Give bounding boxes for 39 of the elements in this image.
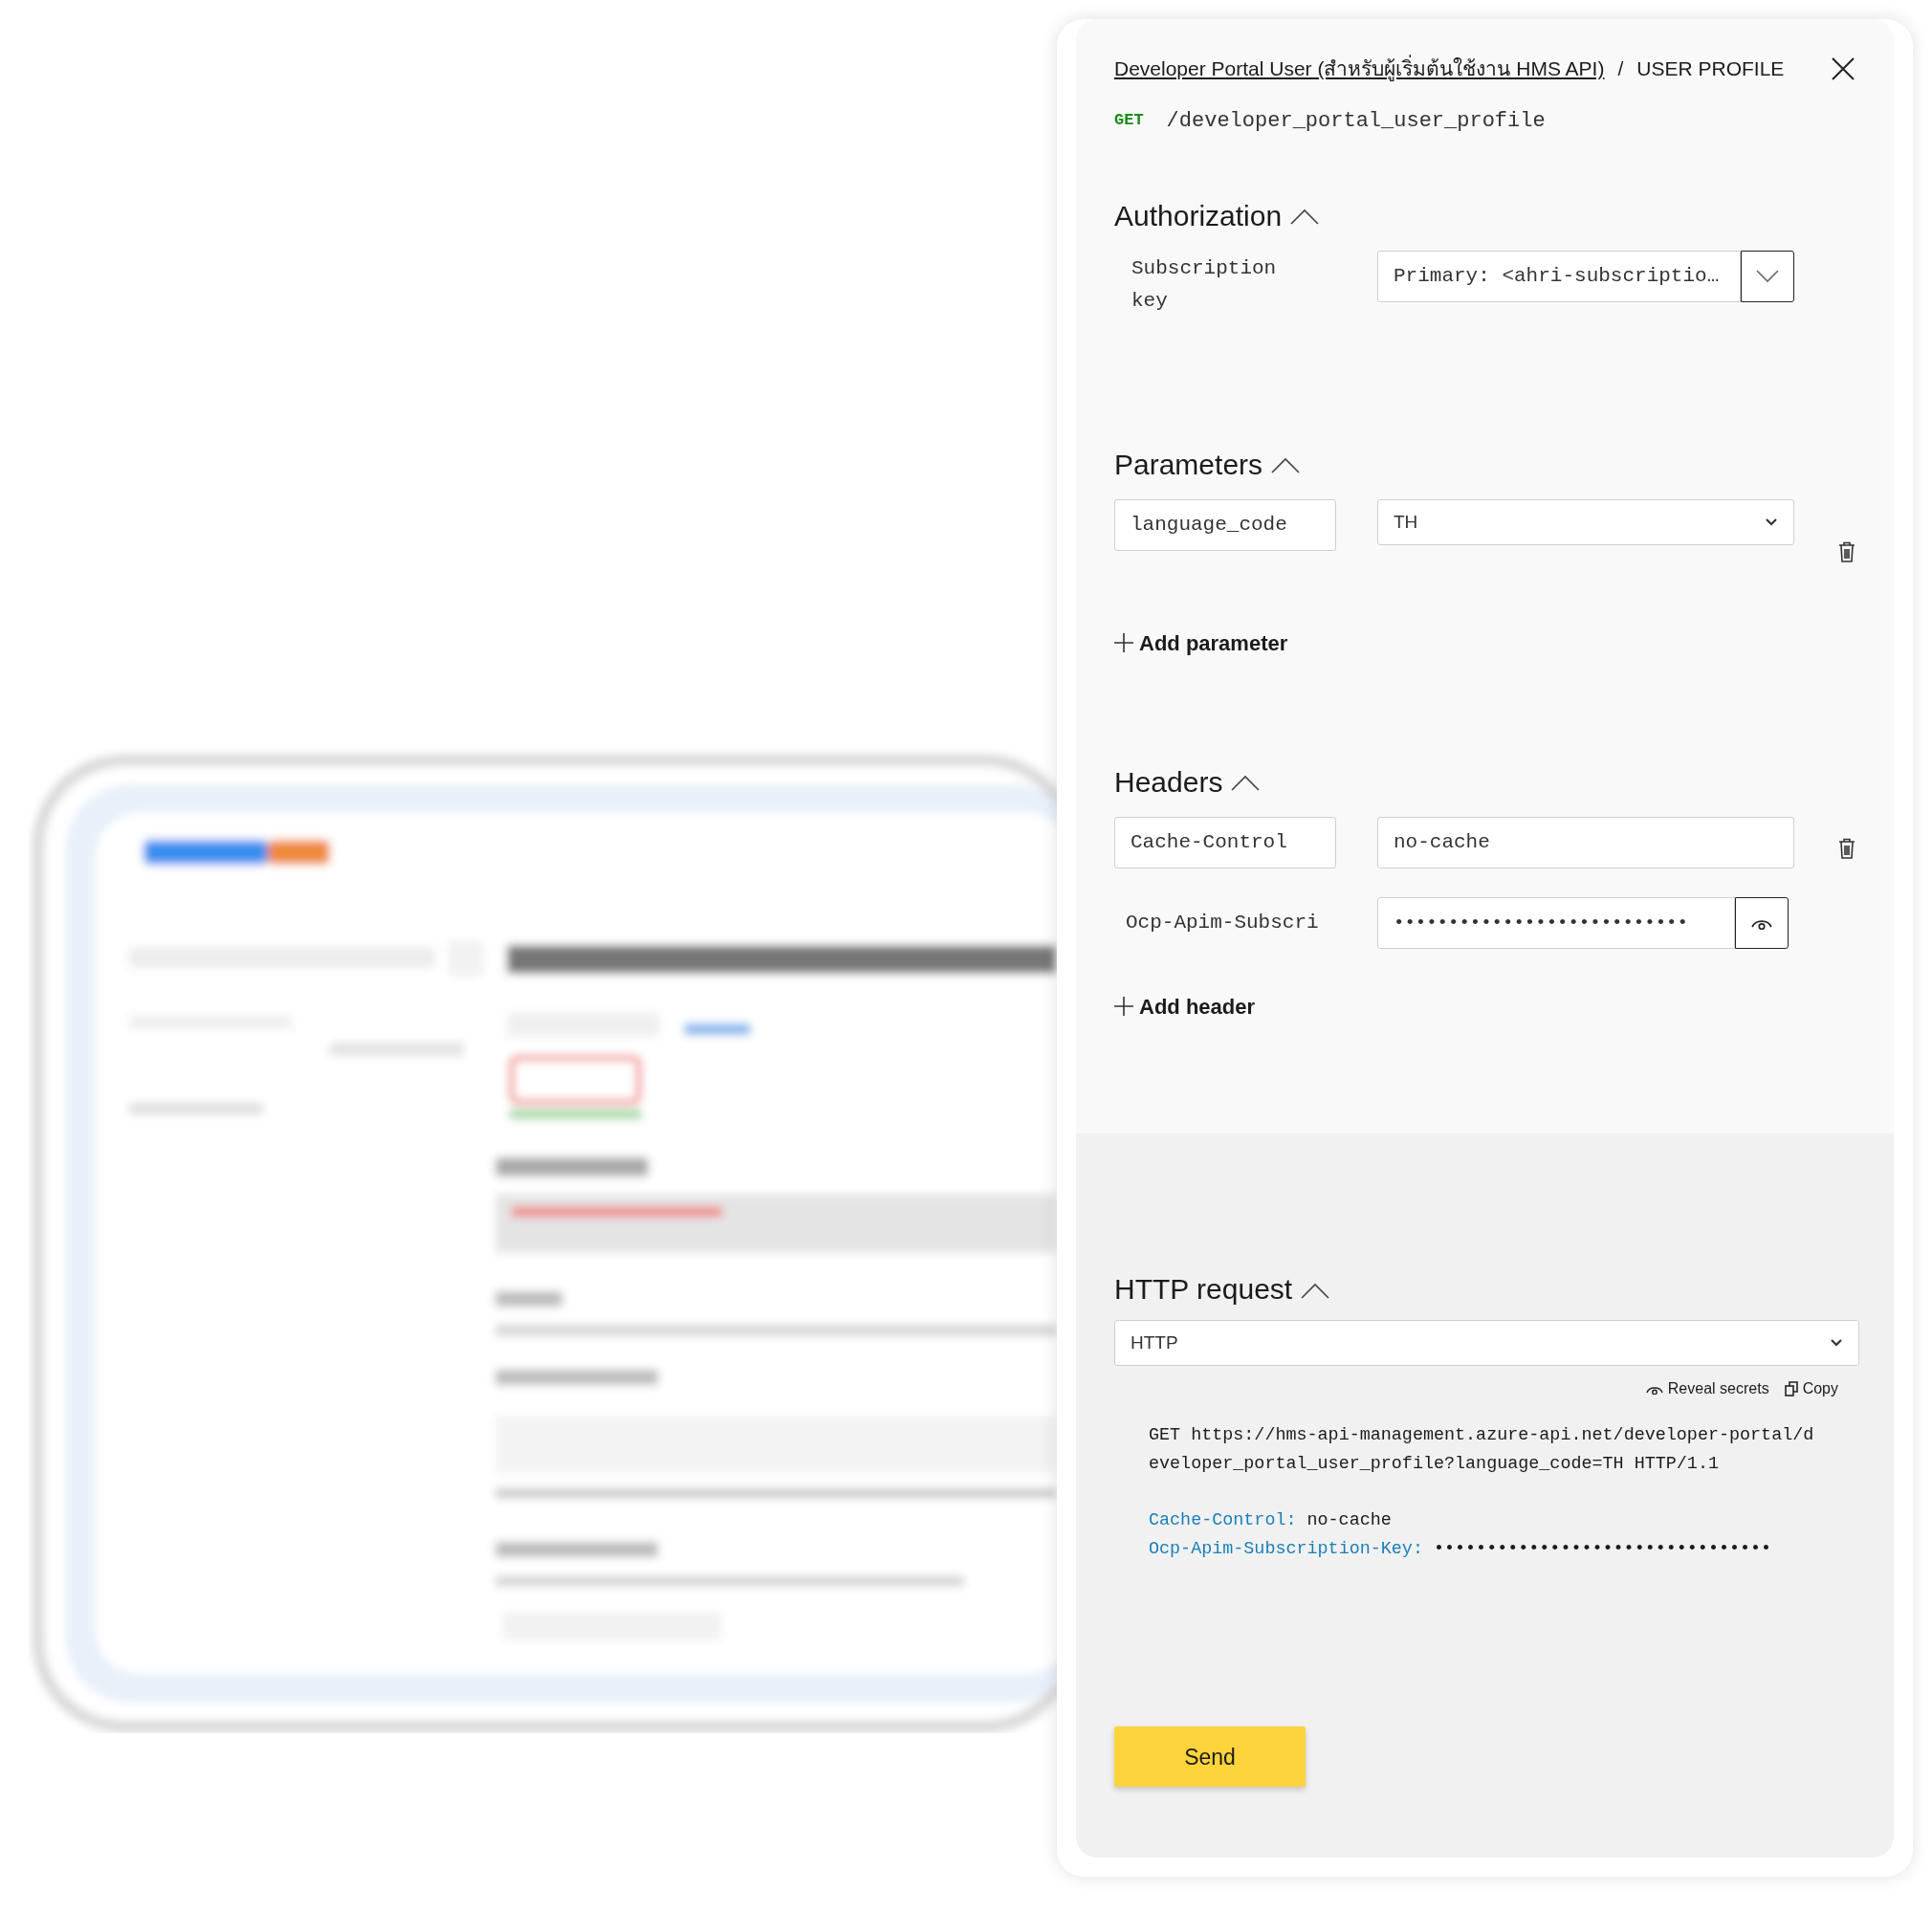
chevron-down-icon [1755,268,1780,284]
subscription-key-label: Subscription key [1131,255,1278,315]
secret-value-field[interactable]: ••••••••••••••••••••••••••• [1377,896,1735,949]
parameter-value-select[interactable]: TH [1377,498,1794,545]
header-name-field[interactable]: Cache-Control [1114,816,1336,869]
breadcrumb-separator: / [1617,56,1624,81]
copy-icon [1784,1381,1798,1396]
send-button[interactable]: Send [1114,1726,1306,1788]
section-heading: Authorization [1114,198,1283,233]
trash-icon[interactable] [1838,540,1855,562]
header-value-field[interactable]: no-cache [1377,816,1794,869]
request-line: GET https://hms-api-management.azure-api.net/developer-portal/developer_portal_user_profile?language_code=TH HTTP/1.1 [1149,1424,1814,1477]
breadcrumb-link[interactable]: Developer Portal User (สำหรับผู้เริ่มต้นใช้งาน HMS API) [1114,54,1605,84]
reveal-button[interactable] [1735,896,1789,949]
breadcrumb-current: USER PROFILE [1636,56,1785,81]
operation-path: /developer_portal_user_profile [1166,107,1546,135]
parameter-name-field[interactable]: language_code [1114,498,1336,551]
caret-icon [1830,1338,1843,1348]
header-value: •••••••••••••••••••••••••••••••• [1433,1538,1772,1562]
section-heading: HTTP request [1114,1272,1293,1307]
section-heading: Headers [1114,764,1223,800]
caret-icon [1765,517,1778,527]
copy-button[interactable]: Copy [1784,1377,1838,1400]
section-heading: Parameters [1114,447,1263,482]
add-header-button[interactable]: Add header [1114,990,1256,1022]
close-button[interactable] [1831,55,1855,81]
subscription-key-field[interactable]: Primary: <ahri-subscriptio… [1377,250,1741,302]
trash-icon[interactable] [1838,837,1855,859]
dropdown-button[interactable] [1741,250,1794,302]
http-method: GET [1114,110,1144,132]
plus-icon [1114,633,1133,653]
format-select[interactable]: HTTP [1114,1320,1859,1366]
add-parameter-button[interactable]: Add parameter [1114,627,1288,659]
header-value: no-cache [1306,1508,1392,1532]
header-name: Ocp-Apim-Subscription-Key: [1149,1538,1423,1562]
plus-icon [1114,997,1133,1017]
header-name: Cache-Control: [1149,1508,1297,1532]
header-name-label: Ocp-Apim-Subscri [1125,910,1320,935]
reveal-secrets-button[interactable]: Reveal secrets [1645,1377,1769,1400]
